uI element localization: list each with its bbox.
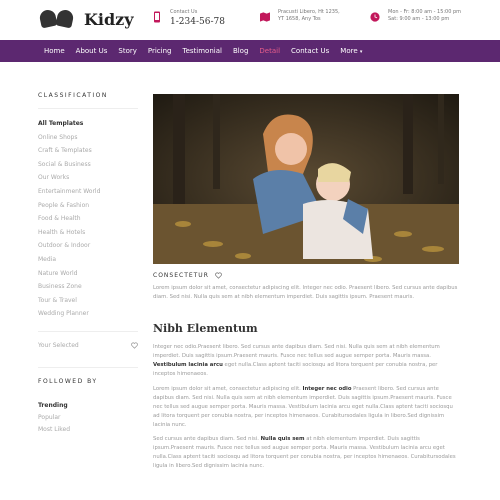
main-nav: Home About Us Story Pricing Testimonial …: [0, 40, 500, 62]
category-item[interactable]: All Templates: [38, 117, 138, 131]
logo[interactable]: Kidzy: [38, 8, 134, 29]
address-block: Pracusti Libero, Ht 1235, YT 1658, Any T…: [260, 9, 340, 23]
hours-line-2: Sat: 9:00 am - 13:00 pm: [388, 16, 450, 22]
category-item[interactable]: Food & Health: [38, 212, 138, 226]
category-item[interactable]: Entertainment World: [38, 185, 138, 199]
heart-icon[interactable]: [215, 272, 222, 279]
bold-text: Vestibulum lacinia arcu: [153, 362, 223, 369]
nav-more[interactable]: More ▾: [340, 47, 362, 55]
followed-list: Trending Popular Most Liked: [38, 400, 138, 436]
classification-heading: CLASSIFICATION: [38, 92, 138, 109]
brand-name: Kidzy: [84, 9, 134, 29]
map-icon: [260, 12, 270, 22]
post-content: CONSECTETUR Lorem ipsum dolor sit amet, …: [153, 94, 459, 471]
followed-by-heading: FOLLOWED BY: [38, 377, 98, 385]
address-line-1: Pracusti Libero, Ht 1235,: [278, 9, 340, 15]
nav-more-label: More: [340, 47, 358, 55]
category-item[interactable]: Outdoor & Indoor: [38, 239, 138, 253]
category-item[interactable]: People & Fashion: [38, 199, 138, 213]
category-item[interactable]: Tour & Travel: [38, 294, 138, 308]
category-item[interactable]: Our Works: [38, 171, 138, 185]
section-title: Nibh Elementum: [153, 322, 258, 336]
nav-detail[interactable]: Detail: [259, 47, 280, 55]
post-tag-label: CONSECTETUR: [153, 272, 209, 279]
your-selected-label: Your Selected: [38, 341, 79, 349]
phone-number[interactable]: 1-234-56-78: [170, 16, 225, 28]
caret-down-icon: ▾: [359, 49, 363, 55]
your-selected[interactable]: Your Selected: [38, 330, 138, 349]
clock-icon: [370, 12, 380, 22]
category-item[interactable]: Health & Hotels: [38, 226, 138, 240]
nav-contact-us[interactable]: Contact Us: [291, 47, 329, 55]
nav-testimonial[interactable]: Testimonial: [182, 47, 221, 55]
heart-icon: [131, 342, 138, 349]
address-line-2: YT 1658, Any Tos: [278, 16, 321, 22]
nav-pricing[interactable]: Pricing: [148, 47, 172, 55]
category-item[interactable]: Nature World: [38, 267, 138, 281]
contact-label: Contact Us: [170, 9, 198, 15]
hero-image: [153, 94, 459, 264]
phone-icon: [154, 11, 160, 23]
nav-about-us[interactable]: About Us: [76, 47, 108, 55]
body-paragraph: Lorem ipsum dolor sit amet, consectetur …: [153, 385, 459, 430]
category-item[interactable]: Craft & Templates: [38, 144, 138, 158]
followed-item[interactable]: Trending: [38, 400, 138, 412]
kids-logo-icon: [38, 8, 78, 29]
hours-block: Mon - Fr: 8:00 am - 15:00 pm Sat: 9:00 a…: [370, 9, 461, 23]
post-tag: CONSECTETUR: [153, 272, 459, 279]
paragraph-text: Sed cursus ante dapibus diam. Sed nisi.: [153, 436, 261, 443]
body-paragraph: Integer nec odio.Praesent libero. Sed cu…: [153, 343, 459, 379]
followed-by-section: FOLLOWED BY Trending Popular Most Liked: [38, 366, 138, 436]
paragraph-text: Integer nec odio.Praesent libero. Sed cu…: [153, 344, 440, 360]
followed-item[interactable]: Most Liked: [38, 424, 138, 436]
hours-line-1: Mon - Fr: 8:00 am - 15:00 pm: [388, 9, 462, 15]
sidebar: CLASSIFICATION All Templates Online Shop…: [38, 92, 138, 436]
phone-block: Contact Us 1-234-56-78: [152, 9, 225, 28]
nav-story[interactable]: Story: [118, 47, 137, 55]
top-header: Kidzy Contact Us 1-234-56-78 Pracusti Li…: [0, 0, 500, 40]
category-item[interactable]: Online Shops: [38, 131, 138, 145]
followed-item[interactable]: Popular: [38, 412, 138, 424]
category-item[interactable]: Business Zone: [38, 280, 138, 294]
nav-home[interactable]: Home: [44, 47, 65, 55]
intro-paragraph: Lorem ipsum dolor sit amet, consectetur …: [153, 285, 458, 301]
paragraph-text: Lorem ipsum dolor sit amet, consectetur …: [153, 385, 303, 392]
bold-text: Nulla quis sem: [260, 436, 305, 443]
body-paragraph: Sed cursus ante dapibus diam. Sed nisi. …: [153, 435, 459, 471]
children-hugging-photo: [153, 94, 459, 264]
category-list: All Templates Online Shops Craft & Templ…: [38, 117, 138, 321]
category-item[interactable]: Media: [38, 253, 138, 267]
bold-text: Integer nec odio: [302, 385, 352, 392]
category-item[interactable]: Wedding Planner: [38, 307, 138, 321]
category-item[interactable]: Social & Business: [38, 158, 138, 172]
nav-blog[interactable]: Blog: [233, 47, 248, 55]
